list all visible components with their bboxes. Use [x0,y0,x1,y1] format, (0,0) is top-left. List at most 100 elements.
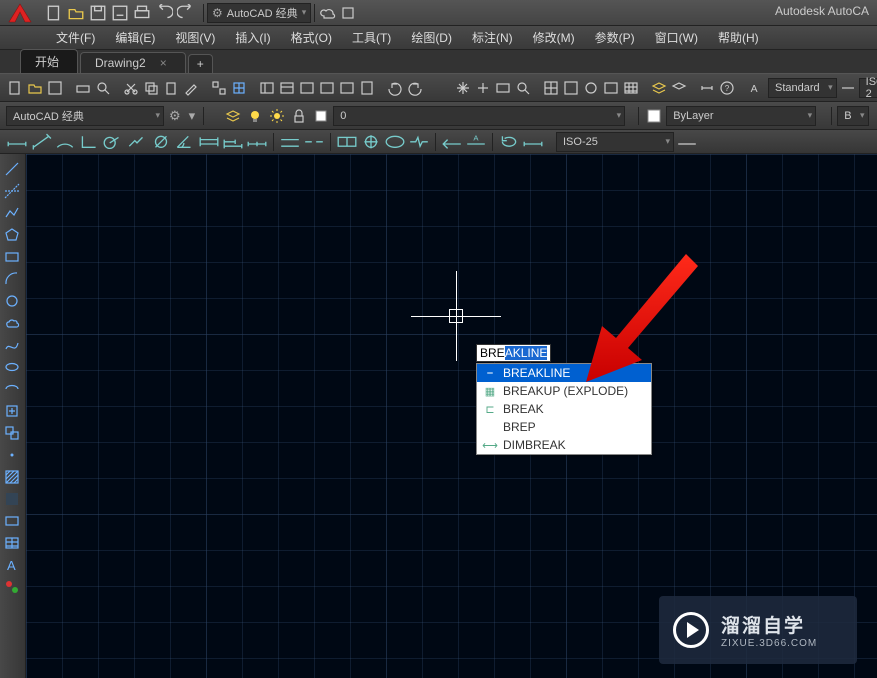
region-icon[interactable] [0,510,24,532]
color-swatch-icon[interactable] [311,106,331,126]
menu-file[interactable]: 文件(F) [46,25,105,50]
undo2-icon[interactable] [386,78,404,98]
new-file-icon[interactable] [6,78,24,98]
layer-combo[interactable]: 0 [333,106,625,126]
gradient-icon[interactable] [0,488,24,510]
dim-baseline-icon[interactable] [222,132,244,152]
menu-draw[interactable]: 绘图(D) [401,25,462,50]
close-icon[interactable]: × [160,56,167,70]
saveas-icon[interactable] [110,3,130,23]
sheet-icon[interactable] [318,78,336,98]
circle-icon[interactable] [0,290,24,312]
menu-edit[interactable]: 编辑(E) [105,25,165,50]
menu-tools[interactable]: 工具(T) [342,25,401,50]
linetype-combo[interactable]: B [837,106,868,126]
calc-icon[interactable] [358,78,376,98]
palette-icon[interactable] [298,78,316,98]
dcenter-icon[interactable] [258,78,276,98]
undo-icon[interactable] [154,3,174,23]
table-icon[interactable] [0,532,24,554]
markup-icon[interactable] [338,78,356,98]
help-icon[interactable]: ? [718,78,736,98]
redo2-icon[interactable] [406,78,424,98]
ellipse-arc-icon[interactable] [0,378,24,400]
jogline-icon[interactable] [408,132,430,152]
cloud-icon[interactable] [318,3,338,23]
3dorbit-icon[interactable] [582,78,600,98]
addselected-icon[interactable] [0,576,24,598]
save-file-icon[interactable] [46,78,64,98]
dim-icon[interactable] [698,78,716,98]
zoom-prev-icon[interactable] [514,78,532,98]
model-space[interactable]: BREAKLINE ⎯BREAKLINE ▦BREAKUP (EXPLODE) … [26,154,877,678]
dim-arc-icon[interactable] [54,132,76,152]
dim-angular-icon[interactable] [174,132,196,152]
pan-icon[interactable] [454,78,472,98]
plot-icon[interactable] [132,3,152,23]
dimedit-icon[interactable] [441,132,463,152]
menu-params[interactable]: 参数(P) [585,25,645,50]
color-combo[interactable]: ByLayer [666,106,816,126]
new-icon[interactable] [44,3,64,23]
dimstyle2-icon[interactable] [522,132,544,152]
ac-item-brep[interactable]: BREP [477,418,651,436]
copy-icon[interactable] [142,78,160,98]
tab-start[interactable]: 开始 [20,49,78,73]
insert-block-icon[interactable] [0,400,24,422]
dim-aligned-icon[interactable] [30,132,52,152]
dynamic-input[interactable]: BREAKLINE [476,344,551,362]
dim-diameter-icon[interactable] [150,132,172,152]
ac-item-breakline[interactable]: ⎯BREAKLINE [477,364,651,382]
sun-icon[interactable] [267,106,287,126]
dim-more-icon[interactable] [676,132,698,152]
paste-icon[interactable] [162,78,180,98]
ellipse-icon[interactable] [0,356,24,378]
zoom-realtime-icon[interactable] [474,78,492,98]
xline-icon[interactable] [0,180,24,202]
workspace-selector[interactable]: ⚙ AutoCAD 经典 ▾ [207,3,311,23]
more-icon[interactable]: ▾ [186,108,199,124]
layer-manager-icon[interactable] [223,106,243,126]
render-icon[interactable] [602,78,620,98]
textstyle-icon[interactable]: A [748,78,766,98]
dim-space-icon[interactable] [279,132,301,152]
text-style-combo[interactable]: Standard [768,78,837,98]
zoom-window-icon[interactable] [494,78,512,98]
polygon-icon[interactable] [0,224,24,246]
hatch-icon[interactable] [0,466,24,488]
menu-help[interactable]: 帮助(H) [708,25,769,50]
dimstyle-current-combo[interactable]: ISO-25 [556,132,674,152]
lock-icon[interactable] [289,106,309,126]
polyline-icon[interactable] [0,202,24,224]
tolerance-icon[interactable] [336,132,358,152]
inspect-icon[interactable] [384,132,406,152]
laycur-icon[interactable] [670,78,688,98]
ac-item-dimbreak[interactable]: ⟷DIMBREAK [477,436,651,454]
color-icon[interactable] [644,106,664,126]
tab-add[interactable]: + [188,54,213,73]
workspace-combo-2[interactable]: AutoCAD 经典 [6,106,164,126]
app-logo[interactable] [0,0,40,26]
dim-style-combo[interactable]: ISO-2 [859,78,877,98]
menu-window[interactable]: 窗口(W) [645,25,708,50]
named-icon[interactable] [562,78,580,98]
mtext-icon[interactable]: A [0,554,24,576]
make-block-icon[interactable] [0,422,24,444]
props-icon[interactable] [278,78,296,98]
menu-format[interactable]: 格式(O) [281,25,342,50]
menu-view[interactable]: 视图(V) [165,25,225,50]
menu-dimension[interactable]: 标注(N) [462,25,523,50]
line-icon[interactable] [0,158,24,180]
save-icon[interactable] [88,3,108,23]
share-icon[interactable] [338,3,358,23]
menu-modify[interactable]: 修改(M) [523,25,585,50]
dim-continue-icon[interactable] [246,132,268,152]
tables-icon[interactable] [622,78,640,98]
open-icon[interactable] [66,3,86,23]
spline-icon[interactable] [0,334,24,356]
dim-ordinate-icon[interactable] [78,132,100,152]
redo-icon[interactable] [176,3,196,23]
preview-icon[interactable] [94,78,112,98]
plot2-icon[interactable] [74,78,92,98]
menu-insert[interactable]: 插入(I) [225,25,280,50]
